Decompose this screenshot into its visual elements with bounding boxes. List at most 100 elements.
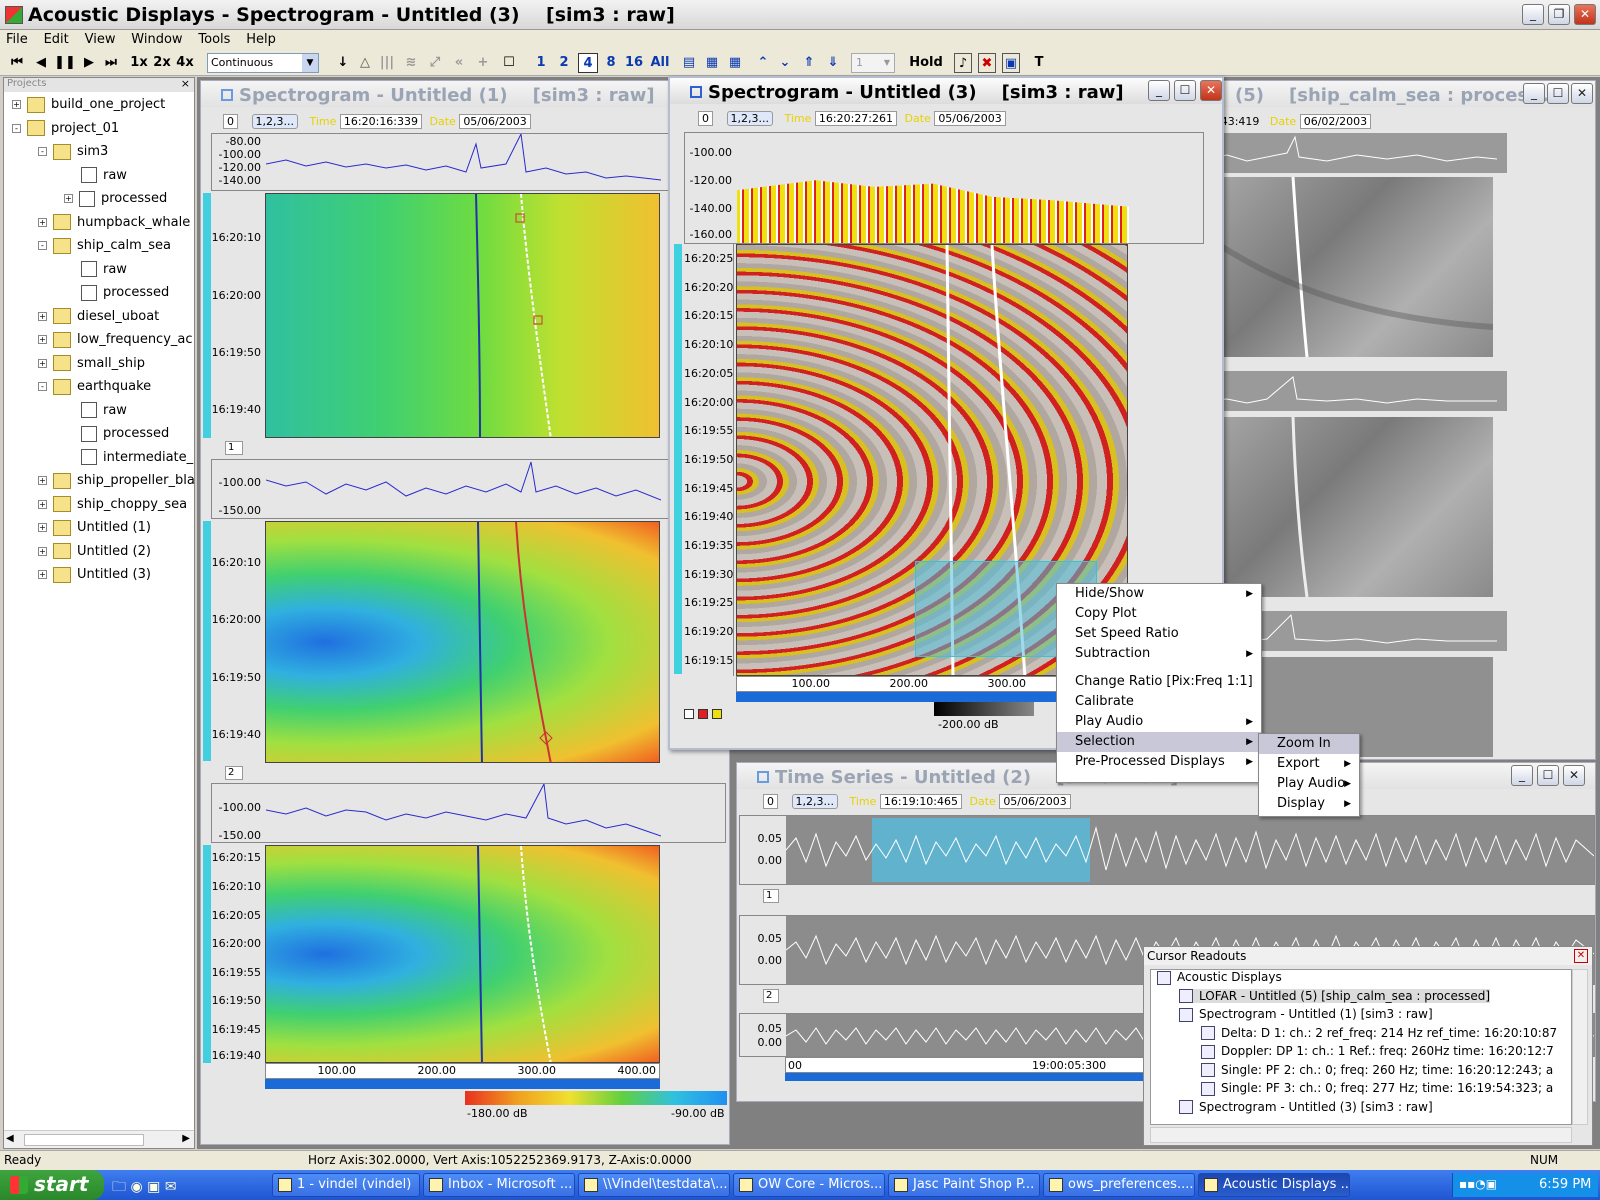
lofar-gram-1[interactable] [1207, 416, 1493, 598]
layout-2-button[interactable]: 2 [555, 53, 573, 73]
readout-item[interactable]: Spectrogram - Untitled (3) [sim3 : raw] [1179, 1100, 1433, 1114]
close-icon[interactable]: ✕ [1574, 949, 1588, 963]
taskbar-button[interactable]: Inbox - Microsoft ... [423, 1173, 575, 1197]
submenu-item[interactable]: Zoom In [1259, 734, 1359, 754]
expand-icon[interactable]: + [12, 100, 21, 109]
chevron-down-icon[interactable]: ▼ [302, 54, 318, 72]
spec3-minimize-button[interactable]: _ [1148, 80, 1170, 101]
readout-item[interactable]: Doppler: DP 1: ch.: 1 Ref.: freq: 260Hz … [1201, 1044, 1554, 1059]
spectrogram-plot-0[interactable] [265, 193, 660, 438]
tray-icons[interactable]: ▪▪◔▣ [1459, 1177, 1497, 1191]
text-tool-icon[interactable]: T [1030, 53, 1048, 73]
readouts-vscrollbar[interactable] [1572, 969, 1588, 1125]
tree-item[interactable]: + diesel_uboat [38, 306, 159, 328]
timeseries-close-button[interactable]: ✕ [1563, 765, 1585, 786]
pause-icon[interactable]: ❚❚ [54, 53, 76, 73]
spectrogram-1-window[interactable]: Spectrogram - Untitled (1) [sim3 : raw] … [200, 80, 730, 1145]
expand-icon[interactable]: + [38, 476, 47, 485]
lofar-5-window[interactable]: (5) [ship_calm_sea : proces... _ ☐ ✕ 9:4… [1204, 80, 1596, 760]
lofar-spectrum-0[interactable] [1206, 133, 1507, 173]
channel-select-button[interactable]: 1,2,3... [251, 114, 298, 129]
layout-1-button[interactable]: 1 [532, 53, 550, 73]
expand-icon[interactable]: + [38, 546, 47, 556]
tree-item[interactable]: + processed [64, 188, 167, 210]
context-menu-item[interactable]: Pre-Processed Displays ▶ [1057, 752, 1261, 772]
tree-item[interactable]: + ship_choppy_sea [38, 494, 187, 516]
tree-item[interactable]: - sim3 [38, 141, 108, 163]
spectrogram-3-titlebar[interactable]: Spectrogram - Untitled (3) [sim3 : raw] [670, 78, 1222, 104]
expand-icon[interactable]: + [38, 499, 47, 509]
expand-icon[interactable]: + [38, 217, 47, 227]
taskbar-button[interactable]: Acoustic Displays ... [1198, 1173, 1350, 1197]
step-back-icon[interactable]: ◀ [30, 53, 52, 73]
double-chevron-down-icon[interactable]: ⇓ [824, 53, 842, 73]
readouts-hscrollbar[interactable] [1150, 1127, 1572, 1143]
readout-item[interactable]: Single: PF 3: ch.: 0; freq: 277 Hz; time… [1201, 1081, 1553, 1096]
rectangle-tool-icon[interactable]: ☐ [500, 53, 518, 73]
speed-4x-button[interactable]: 4x [174, 53, 196, 73]
layout-8-button[interactable]: 8 [602, 53, 620, 73]
context-menu-item[interactable]: Copy Plot [1057, 604, 1261, 624]
menu-tools[interactable]: Tools [192, 30, 236, 49]
tree-item[interactable]: + Untitled (3) [38, 564, 151, 586]
tree-item[interactable]: + Untitled (1) [38, 517, 151, 539]
context-menu-item[interactable]: Calibrate [1057, 692, 1261, 712]
menu-edit[interactable]: Edit [38, 30, 75, 49]
expand-icon[interactable]: + [38, 335, 47, 344]
timeseries-plot-0[interactable] [786, 816, 1594, 884]
tree-item[interactable]: + build_one_project [12, 94, 165, 116]
taskbar-button[interactable]: 1 - vindel (vindel) [272, 1173, 420, 1197]
doppler-tool-icon[interactable]: ≋ [402, 53, 420, 73]
channel-chevron-icon[interactable]: ▼ [880, 54, 894, 72]
collapse-icon[interactable]: - [38, 382, 47, 391]
collapse-icon[interactable]: - [38, 147, 47, 156]
app-close-button[interactable]: ✕ [1574, 4, 1596, 25]
taskbar-button[interactable]: OW Core - Micros... [733, 1173, 885, 1197]
readout-item[interactable]: Delta: D 1: ch.: 2 ref_freq: 214 Hz ref_… [1201, 1026, 1557, 1040]
tree-item[interactable]: + small_ship [38, 353, 145, 375]
taskbar-button[interactable]: \\Vindel\testdata\... [578, 1173, 730, 1197]
grid-2-icon[interactable]: ▦ [703, 53, 721, 73]
spectrum-plot-2[interactable] [211, 783, 726, 843]
collapse-icon[interactable]: - [12, 123, 21, 133]
record-icon[interactable]: ▣ [1002, 53, 1020, 73]
double-chevron-up-icon[interactable]: ⇑ [800, 53, 818, 73]
menu-file[interactable]: File [0, 30, 34, 49]
projects-hscrollbar[interactable]: ◀ ▶ [4, 1130, 194, 1148]
layout-16-button[interactable]: 16 [622, 53, 646, 73]
tree-item[interactable]: - earthquake [38, 376, 151, 398]
context-menu-item[interactable]: Hide/Show ▶ [1057, 584, 1261, 604]
lofar-spectrum-1[interactable] [1206, 371, 1507, 411]
tree-item[interactable]: processed [64, 282, 169, 304]
context-menu-item[interactable]: Set Speed Ratio [1057, 624, 1261, 644]
triangle-tool-icon[interactable]: △ [356, 53, 374, 73]
timeseries-maximize-button[interactable]: ☐ [1537, 765, 1559, 786]
expand-icon[interactable]: + [64, 194, 73, 203]
grid-1-icon[interactable]: ▤ [680, 53, 698, 73]
tree-item[interactable]: + low_frequency_ac [38, 329, 193, 351]
harmonic-tool-icon[interactable]: ||| [378, 53, 396, 73]
tree-item[interactable]: - project_01 [12, 118, 119, 140]
browser-icon[interactable]: ◉ [130, 1179, 142, 1195]
spectrum-plot-1[interactable] [211, 459, 726, 519]
spectrogram-1-titlebar[interactable]: Spectrogram - Untitled (1) [sim3 : raw] [201, 81, 729, 107]
channel-select-button[interactable]: 1,2,3... [726, 111, 773, 126]
crosshair-tool-icon[interactable]: + [474, 53, 492, 73]
arrow-down-tool-icon[interactable]: ↓ [334, 53, 352, 73]
mode-select[interactable]: Continuous ▼ [207, 53, 319, 73]
lofar-minimize-button[interactable]: _ [1523, 83, 1545, 104]
chevron-down-small-icon[interactable]: ⌄ [776, 53, 794, 73]
scroll-right-icon[interactable]: ▶ [182, 1133, 190, 1144]
layout-4-button[interactable]: 4 [578, 53, 598, 73]
spectrum-plot-3[interactable] [684, 132, 1204, 244]
back-tool-icon[interactable]: « [450, 53, 468, 73]
expand-icon[interactable]: + [38, 358, 47, 368]
skip-end-icon[interactable]: ⏭ [100, 53, 122, 73]
speed-2x-button[interactable]: 2x [151, 53, 173, 73]
spectrogram-plot-1[interactable] [265, 521, 660, 763]
spec3-close-button[interactable]: ✕ [1200, 80, 1222, 101]
app-restore-button[interactable]: ❐ [1548, 4, 1570, 25]
tree-item[interactable]: raw [64, 400, 127, 422]
menu-view[interactable]: View [79, 30, 122, 49]
swatch-white[interactable] [684, 709, 694, 719]
